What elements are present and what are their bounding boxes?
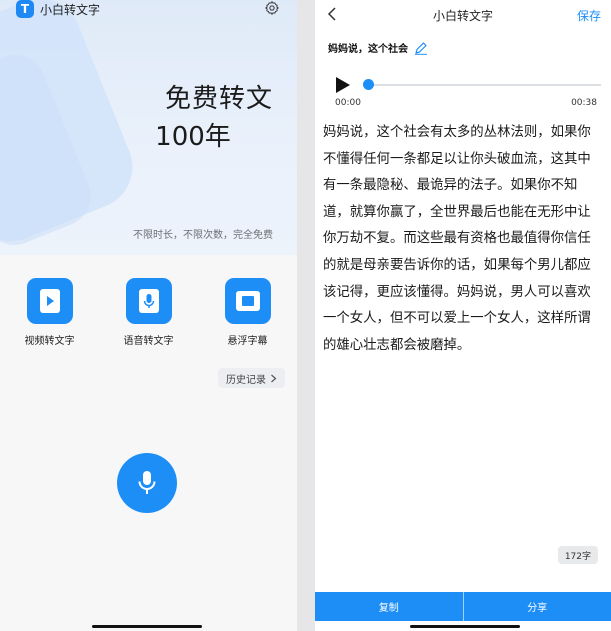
transcript-screen: 小白转文字 保存 妈妈说，这个社会 00:00 00:38 妈妈说，这个社会有太… [315, 0, 611, 631]
home-indicator [410, 625, 520, 628]
progress-track[interactable] [368, 84, 601, 86]
record-button[interactable] [117, 453, 177, 513]
promo-title: 免费转文 [164, 84, 273, 114]
play-icon[interactable] [335, 76, 351, 94]
gear-icon[interactable] [264, 0, 280, 16]
microphone-icon [138, 471, 156, 494]
transcript-text[interactable]: 妈妈说，这个社会有太多的丛林法则，如果你不懂得任何一条都足以让你头破血流，这其中… [323, 120, 603, 359]
edit-pencil-icon[interactable] [414, 41, 428, 55]
promo-years: 100年 [155, 122, 231, 152]
floating-window-icon [224, 278, 271, 324]
word-count-badge: 172字 [557, 546, 598, 564]
feature-video-to-text[interactable]: 视频转文字 [0, 278, 99, 347]
microphone-file-icon [125, 278, 172, 324]
share-button[interactable]: 分享 [464, 592, 611, 621]
nav-bar: 小白转文字 保存 [315, 0, 611, 28]
audio-player [335, 75, 601, 95]
promo-tagline: 不限时长，不限次数，完全免费 [133, 230, 273, 241]
doc-title: 妈妈说，这个社会 [328, 44, 408, 55]
video-play-icon [26, 278, 73, 324]
feature-label: 视频转文字 [24, 336, 75, 347]
app-header: T 小白转文字 [16, 0, 100, 18]
feature-audio-to-text[interactable]: 语音转文字 [99, 278, 198, 347]
history-button[interactable]: 历史记录 [218, 368, 285, 388]
app-logo-icon: T [16, 0, 34, 18]
action-divider [462, 592, 464, 621]
screen: T 小白转文字 免费转文 100年 不限时长，不限次数，完全免费 视频转文字 语… [0, 0, 611, 631]
screen-divider [297, 0, 315, 631]
page-title: 小白转文字 [432, 9, 493, 23]
app-title: 小白转文字 [40, 2, 101, 17]
action-bar: 复制 分享 [315, 592, 611, 621]
progress-thumb[interactable] [363, 79, 374, 90]
home-screen: T 小白转文字 免费转文 100年 不限时长，不限次数，完全免费 视频转文字 语… [0, 0, 297, 631]
feature-label: 语音转文字 [123, 336, 174, 347]
feature-grid: 视频转文字 语音转文字 悬浮字幕 [0, 278, 297, 347]
feature-label: 悬浮字幕 [227, 336, 268, 347]
chevron-right-icon [271, 374, 277, 382]
total-time: 00:38 [571, 98, 597, 108]
history-label: 历史记录 [226, 374, 266, 386]
doc-title-row: 妈妈说，这个社会 [328, 40, 428, 55]
feature-floating-subtitle[interactable]: 悬浮字幕 [198, 278, 297, 347]
copy-button[interactable]: 复制 [315, 592, 463, 621]
current-time: 00:00 [335, 98, 361, 108]
home-indicator [92, 625, 202, 628]
save-button[interactable]: 保存 [577, 7, 601, 24]
